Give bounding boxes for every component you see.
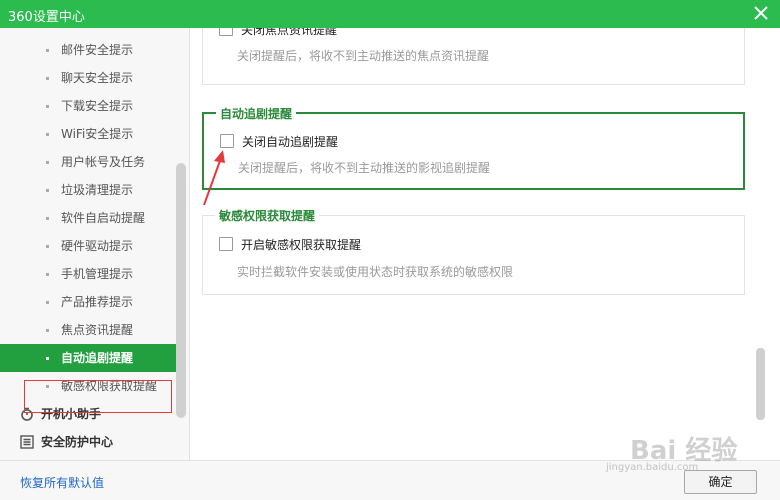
drama-checkbox-label: 关闭自动追剧提醒 — [242, 135, 339, 149]
sidebar-item-label: 焦点资讯提醒 — [61, 323, 134, 337]
sidebar-item-label: 硬件驱动提示 — [61, 239, 134, 253]
bullet-icon — [46, 385, 49, 388]
sidebar-group-security-center[interactable]: 安全防护中心 — [0, 428, 176, 456]
sidebar-group-boot-helper[interactable]: 开机小助手 — [0, 400, 176, 428]
sidebar-item-chat[interactable]: 聊天安全提示 — [0, 64, 176, 92]
shield-list-icon — [20, 435, 34, 449]
bullet-icon — [46, 77, 49, 80]
sidebar-item-label: 金融安全提示 — [61, 28, 133, 36]
bullet-icon — [46, 245, 49, 248]
focus-checkbox[interactable] — [219, 28, 233, 36]
section-permission-title: 敏感权限获取提醒 — [215, 207, 320, 224]
sidebar-item-download[interactable]: 下载安全提示 — [0, 92, 176, 120]
timer-icon — [21, 407, 33, 421]
sidebar-item-label: 产品推荐提示 — [61, 295, 134, 309]
section-focus: 关闭焦点资讯提醒 关闭提醒后，将收不到主动推送的焦点资讯提醒 — [202, 28, 745, 85]
bullet-icon — [46, 301, 49, 304]
sidebar-item-drama[interactable]: 自动追剧提醒 — [0, 344, 176, 372]
sidebar-item-label: 自动追剧提醒 — [61, 351, 134, 365]
bullet-icon — [46, 217, 49, 220]
settings-content: 关闭焦点资讯提醒 关闭提醒后，将收不到主动推送的焦点资讯提醒 自动追剧提醒 关闭… — [191, 28, 780, 460]
ok-button[interactable]: 确定 — [684, 470, 757, 494]
sidebar-item-label: 软件自启动提醒 — [61, 211, 146, 225]
sidebar-item-label: 邮件安全提示 — [61, 43, 134, 57]
sidebar-item-label: 聊天安全提示 — [61, 71, 134, 85]
sidebar-item-permission[interactable]: 敏感权限获取提醒 — [0, 372, 176, 400]
sidebar-scrollbar[interactable] — [176, 163, 186, 418]
bullet-icon — [46, 329, 49, 332]
sidebar: 金融安全提示 邮件安全提示 聊天安全提示 下载安全提示 WiFi安全提示 用户帐… — [0, 28, 190, 460]
sidebar-item-mail[interactable]: 邮件安全提示 — [0, 36, 176, 64]
section-permission: 敏感权限获取提醒 开启敏感权限获取提醒 实时拦截软件安装或使用状态时获取系统的敏… — [202, 207, 745, 295]
title-bar: 360设置中心 — [0, 0, 780, 28]
focus-checkbox-label: 关闭焦点资讯提醒 — [241, 28, 338, 37]
bullet-icon — [46, 189, 49, 192]
restore-defaults-link[interactable]: 恢复所有默认值 — [20, 474, 104, 491]
sidebar-item-account[interactable]: 用户帐号及任务 — [0, 148, 176, 176]
window-title: 360设置中心 — [8, 10, 85, 25]
sidebar-item-phone[interactable]: 手机管理提示 — [0, 260, 176, 288]
sidebar-item-label: 垃圾清理提示 — [61, 183, 134, 197]
sidebar-item-focus[interactable]: 焦点资讯提醒 — [0, 316, 176, 344]
bullet-icon — [46, 357, 49, 360]
drama-checkbox[interactable] — [220, 134, 234, 148]
bullet-icon — [46, 273, 49, 276]
content-scrollbar[interactable] — [756, 348, 765, 420]
sidebar-item-driver[interactable]: 硬件驱动提示 — [0, 232, 176, 260]
sidebar-item-wifi[interactable]: WiFi安全提示 — [0, 120, 176, 148]
section-drama: 自动追剧提醒 关闭自动追剧提醒 关闭提醒后，将收不到主动推送的影视追剧提醒 — [202, 105, 745, 190]
bullet-icon — [46, 105, 49, 108]
bullet-icon — [46, 49, 49, 52]
sidebar-item-label: 手机管理提示 — [61, 267, 134, 281]
sidebar-item-recommend[interactable]: 产品推荐提示 — [0, 288, 176, 316]
sidebar-item-label: WiFi安全提示 — [61, 127, 134, 141]
focus-description: 关闭提醒后，将收不到主动推送的焦点资讯提醒 — [237, 49, 490, 63]
bullet-icon — [46, 161, 49, 164]
footer: 恢复所有默认值 确定 — [0, 460, 780, 500]
bullet-icon — [46, 133, 49, 136]
permission-description: 实时拦截软件安装或使用状态时获取系统的敏感权限 — [237, 265, 514, 279]
drama-description: 关闭提醒后，将收不到主动推送的影视追剧提醒 — [238, 161, 491, 175]
close-icon[interactable] — [752, 3, 770, 23]
permission-checkbox[interactable] — [219, 237, 233, 251]
sidebar-group-label: 安全防护中心 — [41, 435, 114, 449]
sidebar-item-label: 敏感权限获取提醒 — [61, 379, 158, 393]
sidebar-item-autostart[interactable]: 软件自启动提醒 — [0, 204, 176, 232]
permission-checkbox-label: 开启敏感权限获取提醒 — [241, 238, 362, 252]
sidebar-item-label: 下载安全提示 — [61, 99, 134, 113]
section-drama-title: 自动追剧提醒 — [216, 105, 297, 122]
sidebar-item-label: 用户帐号及任务 — [61, 155, 146, 169]
sidebar-group-label: 开机小助手 — [41, 407, 102, 421]
sidebar-item-cleanup[interactable]: 垃圾清理提示 — [0, 176, 176, 204]
sidebar-list: 金融安全提示 邮件安全提示 聊天安全提示 下载安全提示 WiFi安全提示 用户帐… — [0, 28, 176, 456]
sidebar-item-finance[interactable]: 金融安全提示 — [0, 28, 176, 36]
